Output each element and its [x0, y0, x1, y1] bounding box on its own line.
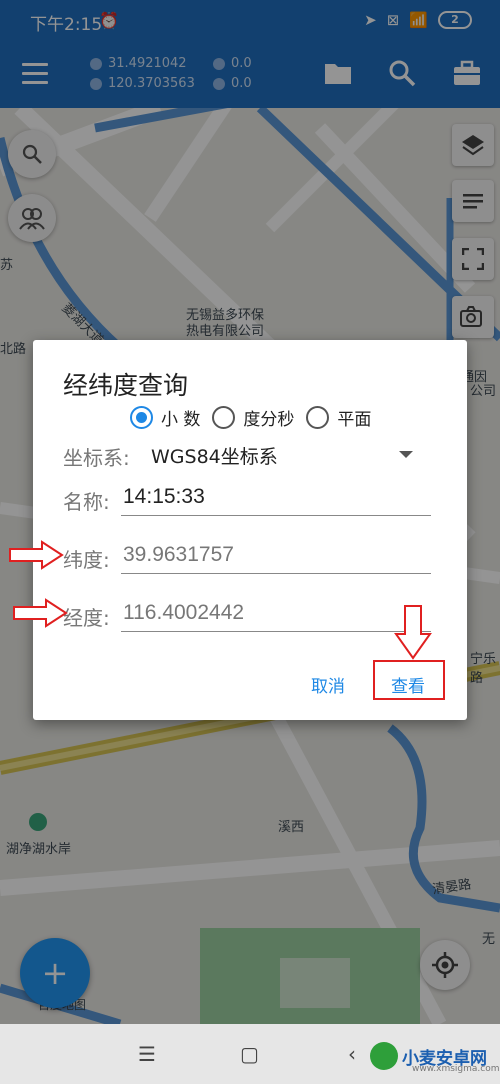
coordinate-query-dialog: 经纬度查询 小 数 度分秒 平面 坐标系: WGS84坐标系 名称: 14:15… — [33, 340, 467, 720]
menu-nav-icon[interactable]: ☰ — [138, 1042, 156, 1066]
annotation-arrow-right-icon — [13, 598, 68, 628]
coord-system-select[interactable]: WGS84坐标系 — [151, 442, 278, 469]
radio-checked-icon — [130, 406, 153, 429]
radio-plane[interactable]: 平面 — [306, 405, 371, 430]
dropdown-arrow-icon[interactable] — [399, 451, 413, 458]
name-field[interactable]: 14:15:33 — [121, 482, 431, 516]
annotation-highlight-box — [373, 660, 445, 700]
name-label: 名称: — [63, 490, 110, 514]
cancel-button[interactable]: 取消 — [311, 672, 345, 697]
annotation-arrow-right-icon — [9, 540, 64, 570]
watermark-url: www.xmsigma.com — [412, 1064, 500, 1074]
home-nav-icon[interactable]: ▢ — [240, 1042, 259, 1066]
longitude-label: 经度: — [63, 606, 110, 630]
dialog-title: 经纬度查询 — [63, 371, 189, 400]
radio-unchecked-icon — [306, 406, 330, 429]
coord-system-label: 坐标系: — [63, 446, 130, 470]
radio-dms[interactable]: 度分秒 — [212, 405, 294, 430]
annotation-arrow-down-icon — [394, 605, 432, 660]
format-radio-group: 小 数 度分秒 平面 — [130, 405, 383, 430]
longitude-field[interactable]: 116.4002442 — [121, 598, 431, 632]
radio-unchecked-icon — [212, 406, 236, 429]
latitude-field[interactable]: 39.9631757 — [121, 540, 431, 574]
latitude-label: 纬度: — [63, 548, 110, 572]
watermark-logo-icon — [370, 1042, 398, 1070]
radio-decimal[interactable]: 小 数 — [130, 405, 200, 430]
back-nav-icon[interactable]: ‹ — [348, 1042, 356, 1066]
